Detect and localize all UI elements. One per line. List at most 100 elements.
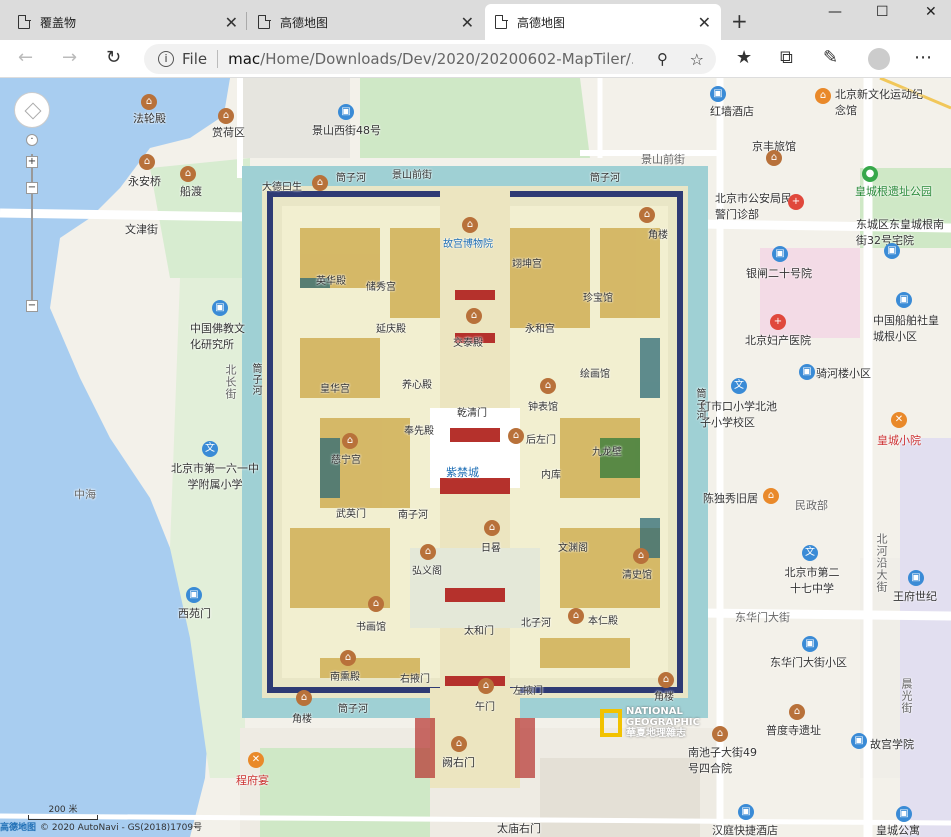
back-icon[interactable]: ← bbox=[18, 47, 33, 68]
zoom-handle-icon[interactable]: · bbox=[26, 134, 38, 146]
zoom-in-button[interactable]: + bbox=[26, 156, 38, 168]
park-poi-icon[interactable]: ● bbox=[862, 166, 878, 182]
moat-label: 筒子河 bbox=[590, 173, 620, 184]
favorites-list-icon[interactable]: ★ bbox=[736, 47, 752, 68]
palace-poi-icon[interactable]: ⌂ bbox=[478, 678, 494, 694]
institute-poi-icon[interactable]: ▣ bbox=[212, 300, 228, 316]
palace-label: 日晷 bbox=[481, 543, 501, 554]
zoom-track[interactable] bbox=[31, 154, 33, 304]
school-poi-icon[interactable]: ▣ bbox=[851, 733, 867, 749]
pan-control[interactable] bbox=[14, 92, 50, 128]
temple-poi-icon[interactable]: ⌂ bbox=[218, 108, 234, 124]
favorite-star-icon[interactable]: ☆ bbox=[690, 50, 704, 69]
url-text[interactable]: mac/Home/Downloads/Dev/2020/20200602-Map… bbox=[228, 50, 633, 68]
zoom-control[interactable]: · + − − bbox=[26, 134, 38, 314]
residence-poi-icon[interactable]: ▣ bbox=[799, 364, 815, 380]
palace-label: 交泰殿 bbox=[453, 338, 483, 349]
temple-poi-icon[interactable]: ⌂ bbox=[139, 154, 155, 170]
palace-poi-icon[interactable]: ⌂ bbox=[462, 217, 478, 233]
copyright: 高德地图 © 2020 AutoNavi - GS(2018)1709号 bbox=[0, 820, 202, 833]
moat-label: 筒子河 bbox=[336, 173, 366, 184]
moat-label: 筒子河 bbox=[338, 704, 368, 715]
palace-label: 大德曰生 bbox=[262, 182, 302, 193]
palace-label: 翊坤宫 bbox=[512, 259, 542, 270]
palace-poi-icon[interactable]: ⌂ bbox=[633, 548, 649, 564]
hospital-poi-icon[interactable]: + bbox=[788, 194, 804, 210]
palace-poi-icon[interactable]: ⌂ bbox=[296, 690, 312, 706]
palace-poi-icon[interactable]: ⌂ bbox=[342, 433, 358, 449]
residence-poi-icon[interactable]: ▣ bbox=[896, 292, 912, 308]
collections-icon[interactable]: ⧉ bbox=[780, 47, 793, 68]
new-tab-icon[interactable]: + bbox=[731, 9, 748, 33]
map-label: 法轮殿 bbox=[133, 112, 166, 125]
palace-poi-icon[interactable]: ⌂ bbox=[639, 207, 655, 223]
address-bar[interactable]: i File mac/Home/Downloads/Dev/2020/20200… bbox=[144, 44, 716, 74]
palace-poi-icon[interactable]: ⌂ bbox=[312, 175, 328, 191]
heritage-poi-icon[interactable]: ⌂ bbox=[712, 726, 728, 742]
map-label: 永安桥 bbox=[128, 175, 161, 188]
gate-poi-icon[interactable]: ⌂ bbox=[451, 736, 467, 752]
feedback-icon[interactable]: ✎ bbox=[823, 47, 838, 68]
minimize-icon[interactable]: — bbox=[828, 4, 842, 20]
road-label: 晨光街 bbox=[900, 678, 913, 714]
map-label: 赏荷区 bbox=[212, 126, 245, 139]
palace-poi-icon[interactable]: ⌂ bbox=[466, 308, 482, 324]
residence-poi-icon[interactable]: ▣ bbox=[802, 636, 818, 652]
hotel-poi-icon[interactable]: ⌂ bbox=[766, 150, 782, 166]
residence-poi-icon[interactable]: ▣ bbox=[772, 246, 788, 262]
temple-poi-icon[interactable]: ⌂ bbox=[141, 94, 157, 110]
palace-poi-icon[interactable]: ⌂ bbox=[540, 378, 556, 394]
profile-avatar[interactable] bbox=[868, 48, 890, 70]
hospital-poi-icon[interactable]: + bbox=[770, 314, 786, 330]
map-canvas[interactable]: 法轮殿 赏荷区 永安桥 船渡 文津街 景山西街48号 景山前街 红墙酒店 北京新… bbox=[0, 78, 951, 837]
forward-icon[interactable]: → bbox=[62, 47, 77, 68]
palace-label: 内库 bbox=[541, 470, 561, 481]
building-poi-icon[interactable]: ▣ bbox=[710, 86, 726, 102]
temple-poi-icon[interactable]: ⌂ bbox=[180, 166, 196, 182]
map-label: 灯市口小学北池子小学校区 bbox=[700, 400, 777, 429]
mall-poi-icon[interactable]: ▣ bbox=[908, 570, 924, 586]
refresh-icon[interactable]: ↻ bbox=[106, 47, 121, 68]
tab-overlay[interactable]: 覆盖物 ✕ bbox=[8, 4, 248, 40]
close-icon[interactable]: ✕ bbox=[698, 13, 711, 32]
restaurant-poi-icon[interactable]: ✕ bbox=[248, 752, 264, 768]
heritage-poi-icon[interactable]: ⌂ bbox=[789, 704, 805, 720]
zoom-level-indicator[interactable]: − bbox=[26, 182, 38, 194]
moat-label: 筒子河 bbox=[694, 388, 705, 421]
tab-amap-1[interactable]: 高德地图 ✕ bbox=[248, 4, 484, 40]
map-label: 汉庭快捷酒店 bbox=[712, 824, 778, 837]
zoom-out-button[interactable]: − bbox=[26, 300, 38, 312]
school-poi-icon[interactable]: 文 bbox=[802, 545, 818, 561]
building-poi-icon[interactable]: ▣ bbox=[338, 104, 354, 120]
scale-text: 200 米 bbox=[48, 805, 78, 815]
window-close-icon[interactable]: ✕ bbox=[925, 4, 937, 20]
palace-poi-icon[interactable]: ⌂ bbox=[658, 672, 674, 688]
tab-amap-2[interactable]: 高德地图 ✕ bbox=[485, 4, 721, 40]
school-poi-icon[interactable]: 文 bbox=[202, 441, 218, 457]
heritage-poi-icon[interactable]: ⌂ bbox=[763, 488, 779, 504]
palace-label: 南子河 bbox=[398, 510, 428, 521]
palace-poi-icon[interactable]: ⌂ bbox=[508, 428, 524, 444]
palace-poi-icon[interactable]: ⌂ bbox=[340, 650, 356, 666]
palace-poi-icon[interactable]: ⌂ bbox=[568, 608, 584, 624]
palace-poi-icon[interactable]: ⌂ bbox=[484, 520, 500, 536]
school-poi-icon[interactable]: 文 bbox=[731, 378, 747, 394]
more-menu-icon[interactable]: ⋯ bbox=[914, 47, 932, 68]
maximize-icon[interactable]: ☐ bbox=[876, 4, 889, 20]
map-label: 中海 bbox=[74, 488, 96, 501]
hotel-poi-icon[interactable]: ▣ bbox=[738, 804, 754, 820]
gate-poi-icon[interactable]: ▣ bbox=[186, 587, 202, 603]
palace-poi-icon[interactable]: ⌂ bbox=[420, 544, 436, 560]
residence-poi-icon[interactable]: ▣ bbox=[884, 243, 900, 259]
close-icon[interactable]: ✕ bbox=[461, 13, 474, 32]
palace-label: 本仁殿 bbox=[588, 616, 618, 627]
palace-label: 奉先殿 bbox=[404, 426, 434, 437]
palace-poi-icon[interactable]: ⌂ bbox=[368, 596, 384, 612]
museum-poi-icon[interactable]: ⌂ bbox=[815, 88, 831, 104]
close-icon[interactable]: ✕ bbox=[225, 13, 238, 32]
restaurant-poi-icon[interactable]: ✕ bbox=[891, 412, 907, 428]
residence-poi-icon[interactable]: ▣ bbox=[896, 806, 912, 822]
zoom-search-icon[interactable]: ⚲ bbox=[657, 50, 668, 68]
palace-label: 北子河 bbox=[521, 618, 551, 629]
info-icon[interactable]: i bbox=[158, 51, 174, 67]
